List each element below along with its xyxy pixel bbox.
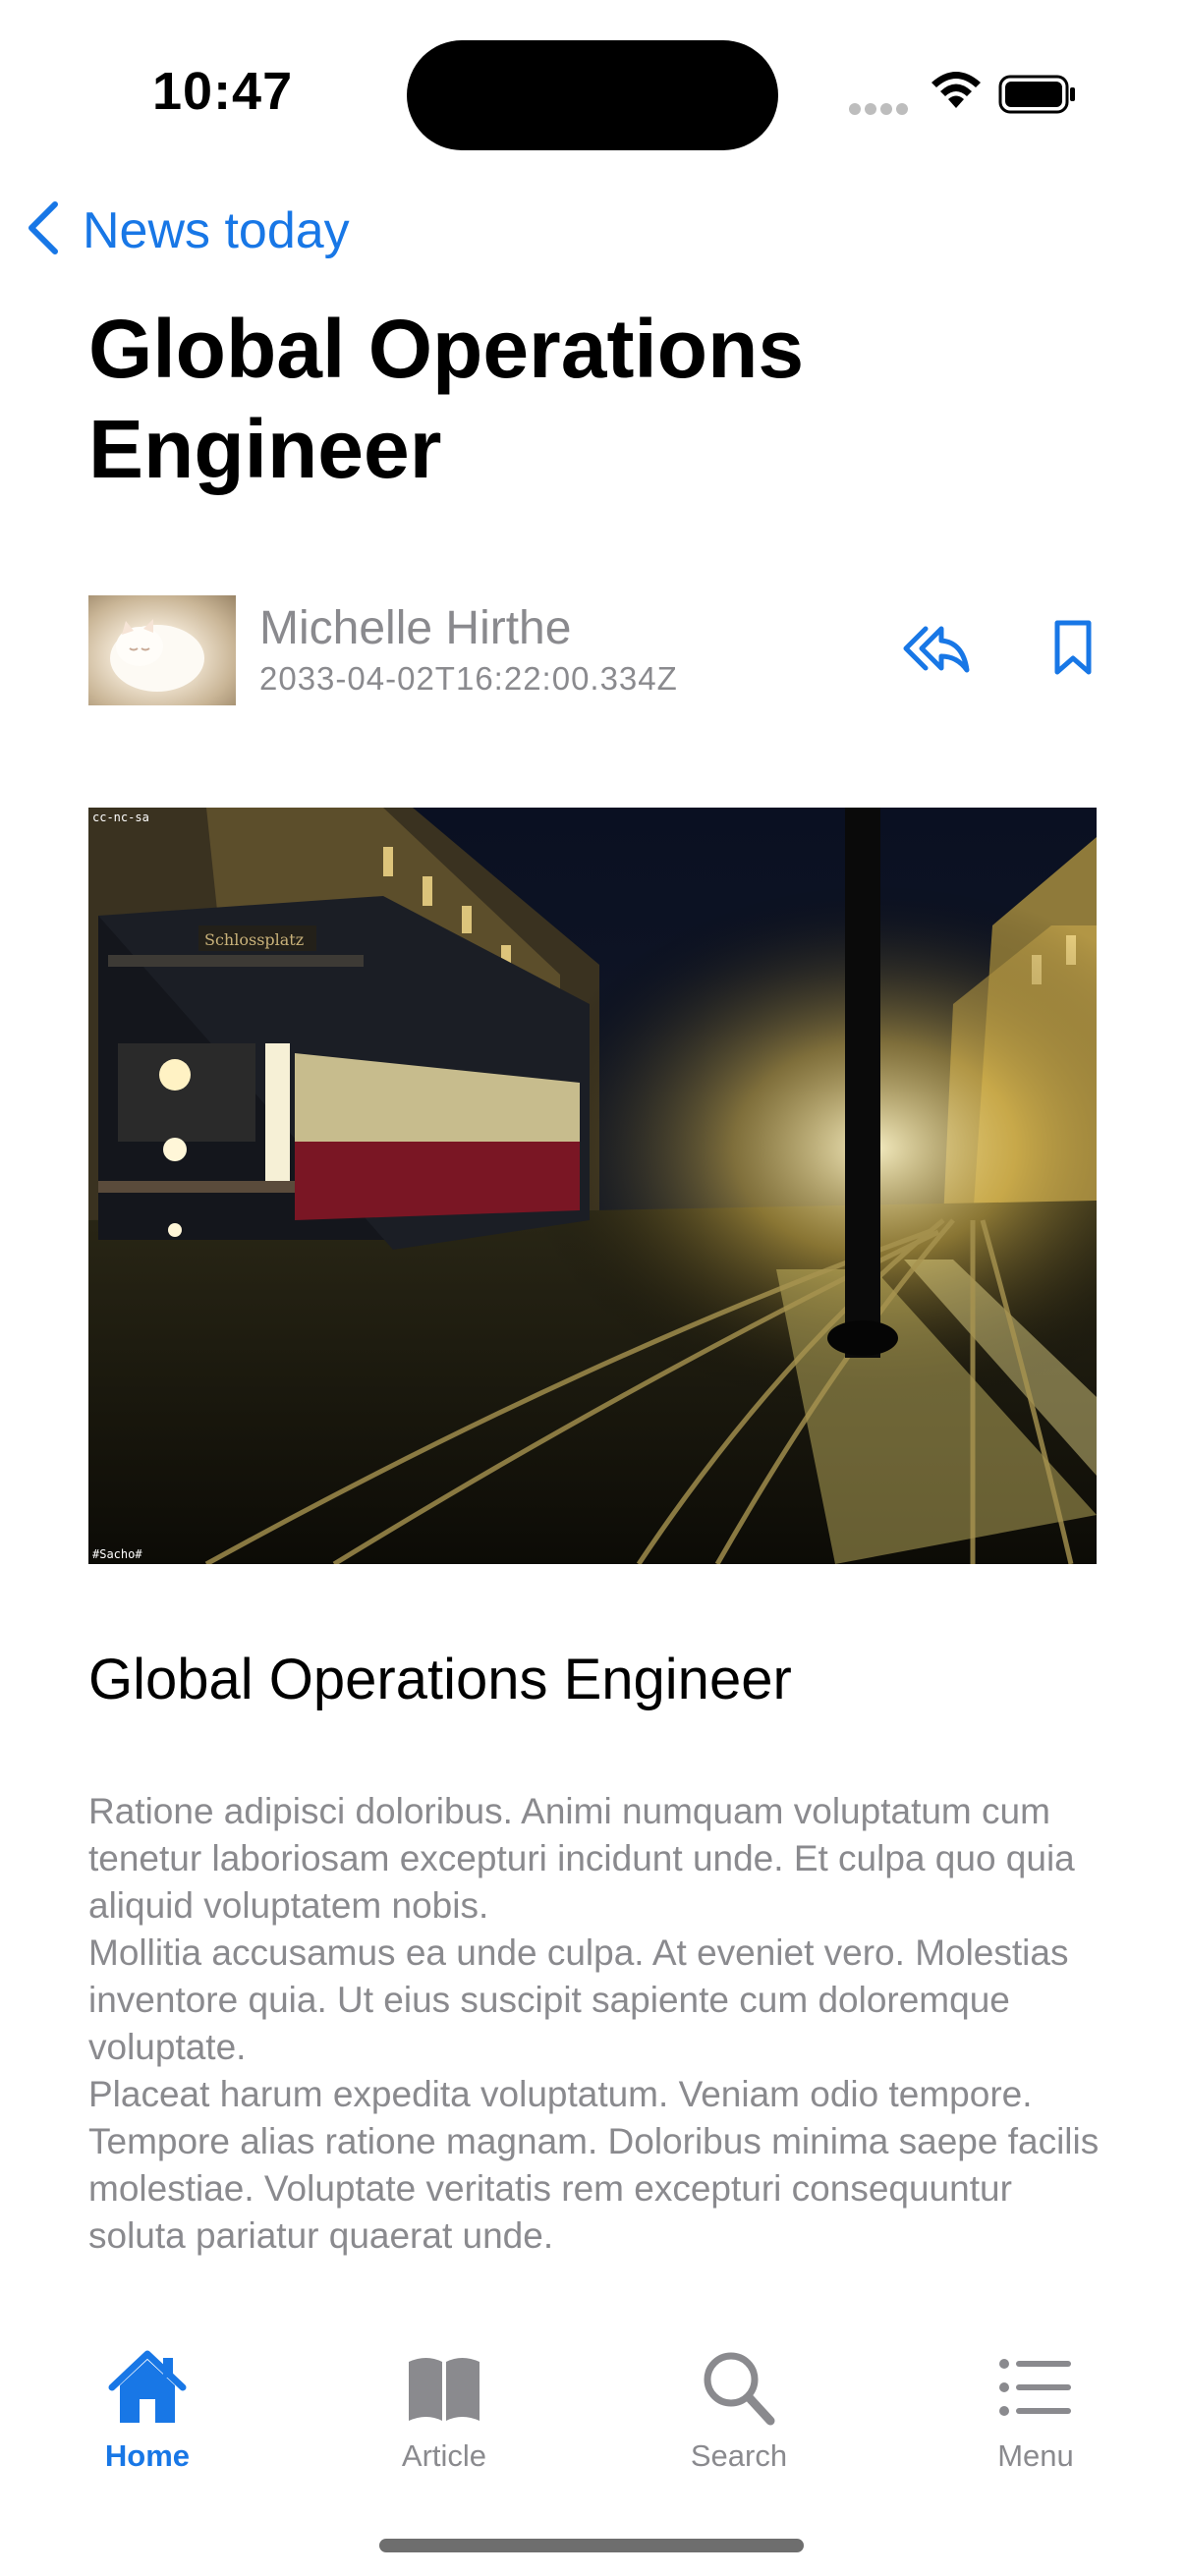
wifi-icon bbox=[929, 69, 984, 117]
bookmark-icon bbox=[1051, 620, 1095, 682]
status-time: 10:47 bbox=[152, 62, 294, 121]
house-icon bbox=[106, 2348, 189, 2432]
magnifier-icon bbox=[698, 2348, 780, 2432]
publish-date: 2033-04-02T16:22:00.334Z bbox=[259, 660, 678, 697]
back-button[interactable]: News today bbox=[24, 198, 350, 262]
tab-article[interactable]: Article bbox=[336, 2328, 552, 2486]
dynamic-island bbox=[407, 40, 778, 150]
cellular-signal-icon bbox=[849, 102, 912, 120]
reply-all-icon bbox=[900, 626, 971, 680]
author-name: Michelle Hirthe bbox=[259, 602, 572, 654]
bookmark-button[interactable] bbox=[1051, 619, 1095, 683]
article-paragraph: Ratione adipisci doloribus. Animi numqua… bbox=[88, 1791, 1075, 1926]
list-icon bbox=[994, 2348, 1077, 2432]
article-paragraph: Mollitia accusamus ea unde culpa. At eve… bbox=[88, 1932, 1069, 2067]
share-button[interactable] bbox=[900, 621, 971, 681]
article-heading: Global Operations Engineer bbox=[88, 1648, 792, 1711]
article-hero-image: Schlossplatz cc-nc-sa #Sacho# bbox=[88, 808, 1097, 1564]
book-icon bbox=[403, 2348, 485, 2432]
battery-icon bbox=[998, 75, 1077, 119]
tab-label: Home bbox=[104, 2438, 191, 2473]
tab-home[interactable]: Home bbox=[39, 2328, 255, 2486]
status-bar: 10:47 bbox=[0, 0, 1185, 177]
author-avatar bbox=[88, 595, 236, 705]
back-button-label: News today bbox=[83, 201, 350, 259]
tab-label: Search bbox=[690, 2438, 788, 2473]
tram-sign: Schlossplatz bbox=[204, 930, 304, 949]
tab-menu[interactable]: Menu bbox=[928, 2328, 1144, 2486]
chevron-left-icon bbox=[24, 198, 63, 262]
article-body: Ratione adipisci doloribus. Animi numqua… bbox=[88, 1788, 1100, 2260]
author-row: Michelle Hirthe 2033-04-02T16:22:00.334Z bbox=[88, 595, 1097, 707]
tab-bar: Home Article Search Menu bbox=[0, 2328, 1185, 2486]
home-indicator[interactable] bbox=[379, 2539, 804, 2552]
image-watermark-bottom: #Sacho# bbox=[92, 1547, 142, 1561]
tab-search[interactable]: Search bbox=[631, 2328, 847, 2486]
tab-label: Article bbox=[401, 2438, 487, 2473]
image-watermark-top: cc-nc-sa bbox=[92, 811, 149, 824]
tab-label: Menu bbox=[997, 2438, 1074, 2473]
page-title: Global Operations Engineer bbox=[88, 303, 805, 495]
article-paragraph: Placeat harum expedita voluptatum. Venia… bbox=[88, 2074, 1100, 2256]
